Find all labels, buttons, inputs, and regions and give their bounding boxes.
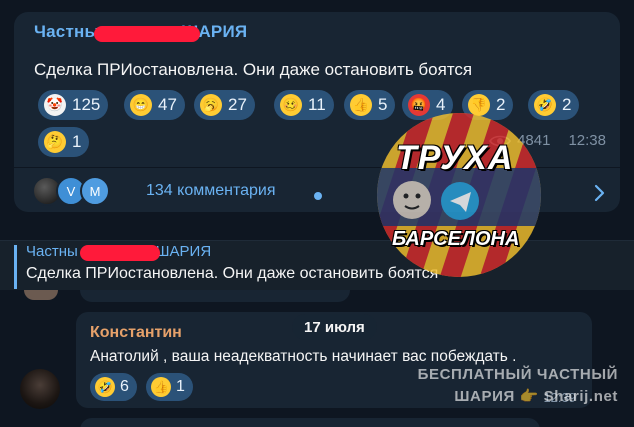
woozy-face-icon: 🥴	[280, 94, 302, 116]
comments-count-label[interactable]: 134 комментария	[146, 182, 276, 200]
watermark-title: ТРУХА	[396, 139, 514, 177]
watermark-subtitle: БАРСЕЛОНА	[392, 228, 520, 250]
redaction-mark	[94, 26, 200, 42]
reaction-count: 6	[120, 378, 129, 395]
clown-face-icon: 🤡	[44, 94, 66, 116]
reaction-count: 125	[72, 95, 101, 114]
reaction-yawning[interactable]: 🥱 27	[194, 90, 255, 120]
chevron-right-icon[interactable]	[590, 184, 608, 202]
yawning-face-icon: 🥱	[200, 94, 222, 116]
watermark-logo	[377, 113, 541, 277]
thumbs-up-icon: 👍	[151, 377, 171, 397]
partial-message	[80, 418, 540, 427]
watermark-line1: БЕСПЛАТНЫЙ ЧАСТНЫЙ	[417, 366, 618, 383]
post-time: 12:38	[568, 132, 606, 149]
reaction-count: 27	[228, 95, 247, 114]
partial-message	[80, 290, 350, 302]
quote-name-end: ШАРИЯ	[155, 243, 212, 260]
thinking-face-icon: 🤔	[44, 131, 66, 153]
avatar	[24, 290, 58, 300]
reaction-count: 1	[176, 378, 185, 395]
unread-dot	[314, 192, 322, 200]
post-channel-name[interactable]: Частны ШАРИЯ	[34, 22, 247, 46]
quote-bar	[14, 245, 17, 289]
watermark-text: БЕСПЛАТНЫЙ ЧАСТНЫЙ ШАРИЯ 👉 Sharij.net	[404, 364, 618, 408]
date-separator: 17 июля	[292, 314, 377, 340]
reaction-grinning[interactable]: 😁 47	[124, 90, 185, 120]
reaction-clown[interactable]: 🤡 125	[38, 90, 109, 120]
redaction-mark	[80, 245, 160, 261]
grinning-face-icon: 😁	[130, 94, 152, 116]
reaction-count: 2	[562, 95, 572, 114]
reaction-count: 1	[72, 132, 82, 151]
post-text: Сделка ПРИостановлена. Они даже останови…	[34, 60, 473, 79]
quote-name-start: Частны	[26, 243, 78, 260]
watermark-line2: ШАРИЯ 👉 Sharij.net	[454, 388, 618, 405]
reaction-woozy[interactable]: 🥴 11	[274, 90, 334, 120]
avatar[interactable]	[20, 369, 60, 409]
channel-name-start[interactable]: Частны	[34, 22, 99, 41]
reaction-count: 47	[158, 95, 177, 114]
comment-author[interactable]: Константин	[90, 324, 182, 342]
reaction-rofl[interactable]: 🤣 6	[90, 373, 137, 401]
reaction-thumbs-up[interactable]: 👍 1	[146, 373, 193, 401]
avatar: M	[80, 176, 110, 206]
thumbs-up-icon: 👍	[350, 94, 372, 116]
reaction-count: 11	[308, 95, 326, 114]
rolling-laughing-face-icon: 🤣	[95, 377, 115, 397]
reaction-thinking[interactable]: 🤔 1	[38, 127, 90, 157]
